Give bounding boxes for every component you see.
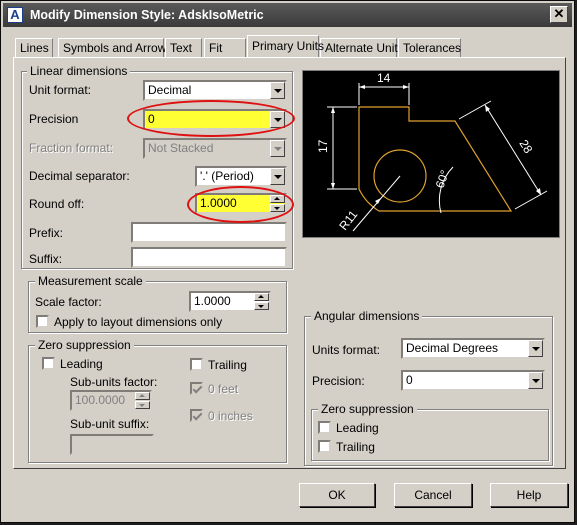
units-format-label: Units format: <box>312 343 381 357</box>
spin-down-icon[interactable] <box>135 401 150 409</box>
arrow-head <box>375 198 381 204</box>
suffix-label: Suffix: <box>29 252 63 266</box>
round-off-label: Round off: <box>29 197 85 211</box>
angular-trailing-checkbox[interactable] <box>318 440 331 453</box>
arrow-head <box>331 107 335 113</box>
spin-down-icon[interactable] <box>254 302 269 310</box>
trailing-label: Trailing <box>208 358 247 372</box>
scale-factor-label: Scale factor: <box>35 295 102 309</box>
spin-up-icon[interactable] <box>254 293 269 301</box>
unit-format-label: Unit format: <box>29 83 92 97</box>
unit-format-value: Decimal <box>148 83 192 97</box>
apply-layout-checkbox[interactable] <box>36 315 49 328</box>
dim-text-left: 17 <box>316 139 330 153</box>
linear-dimensions-legend: Linear dimensions <box>27 64 131 78</box>
leading-label: Leading <box>60 357 103 371</box>
decimal-separator-select[interactable]: '.' (Period) <box>195 166 287 187</box>
scale-factor-input[interactable]: 1.0000 <box>189 291 271 312</box>
angular-units-format-select[interactable]: Decimal Degrees <box>401 338 545 359</box>
angular-trailing-label: Trailing <box>336 440 375 454</box>
cancel-button[interactable]: Cancel <box>394 483 472 507</box>
fraction-format-select[interactable]: Not Stacked <box>143 138 287 159</box>
zero-suppression-legend: Zero suppression <box>35 338 134 352</box>
angular-precision-select[interactable]: 0 <box>401 370 545 391</box>
angular-precision-label: Precision: <box>312 374 365 388</box>
dim-text-slant: 28 <box>516 137 535 156</box>
scale-factor-value: 1.0000 <box>194 294 231 308</box>
preview-drawing: 14 17 28 60° R11 <box>316 71 548 233</box>
precision-label: Precision <box>29 112 79 126</box>
prefix-input[interactable] <box>131 222 287 243</box>
chevron-down-icon[interactable] <box>528 372 543 389</box>
dim-radius-leader <box>352 175 401 232</box>
arrow-head <box>331 183 335 189</box>
sub-units-factor-value: 100.0000 <box>75 393 126 407</box>
leading-checkbox[interactable] <box>42 357 55 370</box>
prefix-label: Prefix: <box>29 226 64 240</box>
dim-ext-line <box>514 190 548 210</box>
angular-precision-value: 0 <box>406 373 413 387</box>
zero-feet-checkbox[interactable] <box>190 382 203 395</box>
scale-factor-spinner[interactable] <box>254 293 269 310</box>
dialog-window: A Modify Dimension Style: AdskIsoMetric … <box>0 0 575 523</box>
angular-zero-suppression-legend: Zero suppression <box>318 402 417 416</box>
sub-unit-suffix-input[interactable] <box>70 434 154 455</box>
arrow-head <box>359 85 365 89</box>
trailing-checkbox[interactable] <box>190 358 203 371</box>
help-button[interactable]: Help <box>490 483 568 507</box>
dimension-preview: 14 17 28 60° R11 <box>302 70 560 238</box>
suffix-input[interactable] <box>131 247 287 268</box>
zero-inches-label: 0 inches <box>208 409 253 423</box>
spin-up-icon[interactable] <box>135 392 150 400</box>
annotation-oval-round-off <box>187 186 294 223</box>
chevron-down-icon[interactable] <box>528 340 543 357</box>
measurement-scale-legend: Measurement scale <box>35 274 146 288</box>
sub-units-factor-spinner[interactable] <box>135 392 150 409</box>
annotation-oval-precision <box>127 100 295 137</box>
apply-layout-label: Apply to layout dimensions only <box>54 315 223 329</box>
angular-leading-checkbox[interactable] <box>318 421 331 434</box>
sub-unit-suffix-label: Sub-unit suffix: <box>70 417 150 431</box>
sub-units-factor-label: Sub-units factor: <box>70 375 158 389</box>
arrow-head <box>403 85 409 89</box>
decimal-separator-value: '.' (Period) <box>200 169 254 183</box>
angular-dimensions-legend: Angular dimensions <box>311 309 423 323</box>
fraction-format-label: Fraction format: <box>29 141 114 155</box>
dim-text-radius: R11 <box>336 207 360 233</box>
decimal-separator-label: Decimal separator: <box>29 169 130 183</box>
fraction-format-value: Not Stacked <box>148 141 214 155</box>
sub-units-factor-input[interactable]: 100.0000 <box>70 390 152 411</box>
zero-feet-label: 0 feet <box>208 382 239 396</box>
chevron-down-icon[interactable] <box>270 82 285 99</box>
panel-content: Linear dimensions Unit format: Decimal P… <box>1 1 576 524</box>
zero-inches-checkbox[interactable] <box>190 409 203 422</box>
dim-text-top: 14 <box>377 71 391 85</box>
part-outline <box>358 106 513 212</box>
angular-units-format-value: Decimal Degrees <box>406 341 499 355</box>
unit-format-select[interactable]: Decimal <box>143 80 287 101</box>
angular-leading-label: Leading <box>336 421 379 435</box>
chevron-down-icon[interactable] <box>270 140 285 157</box>
ok-button[interactable]: OK <box>299 483 375 507</box>
chevron-down-icon[interactable] <box>270 168 285 185</box>
